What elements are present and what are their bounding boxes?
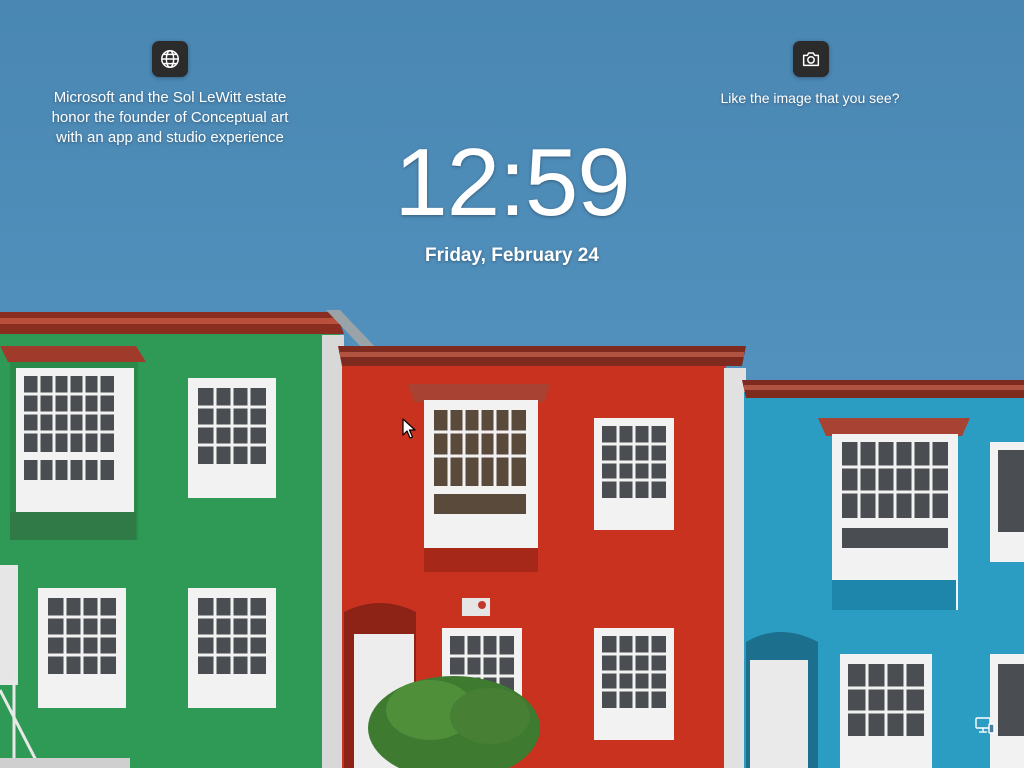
lock-screen-clock: 12:59 — [394, 129, 630, 236]
green-house — [0, 310, 378, 768]
lock-screen-date: Friday, February 24 — [425, 245, 599, 266]
network-monitor-icon[interactable] — [974, 716, 996, 736]
blue-house — [742, 380, 1024, 768]
spotlight-info-text[interactable]: Microsoft and the Sol LeWitt estate hono… — [40, 88, 300, 148]
red-house — [338, 346, 746, 768]
camera-icon[interactable] — [793, 41, 829, 77]
like-image-text[interactable]: Like the image that you see? — [700, 88, 920, 108]
mouse-cursor-icon — [402, 418, 416, 439]
globe-icon[interactable] — [152, 41, 188, 77]
